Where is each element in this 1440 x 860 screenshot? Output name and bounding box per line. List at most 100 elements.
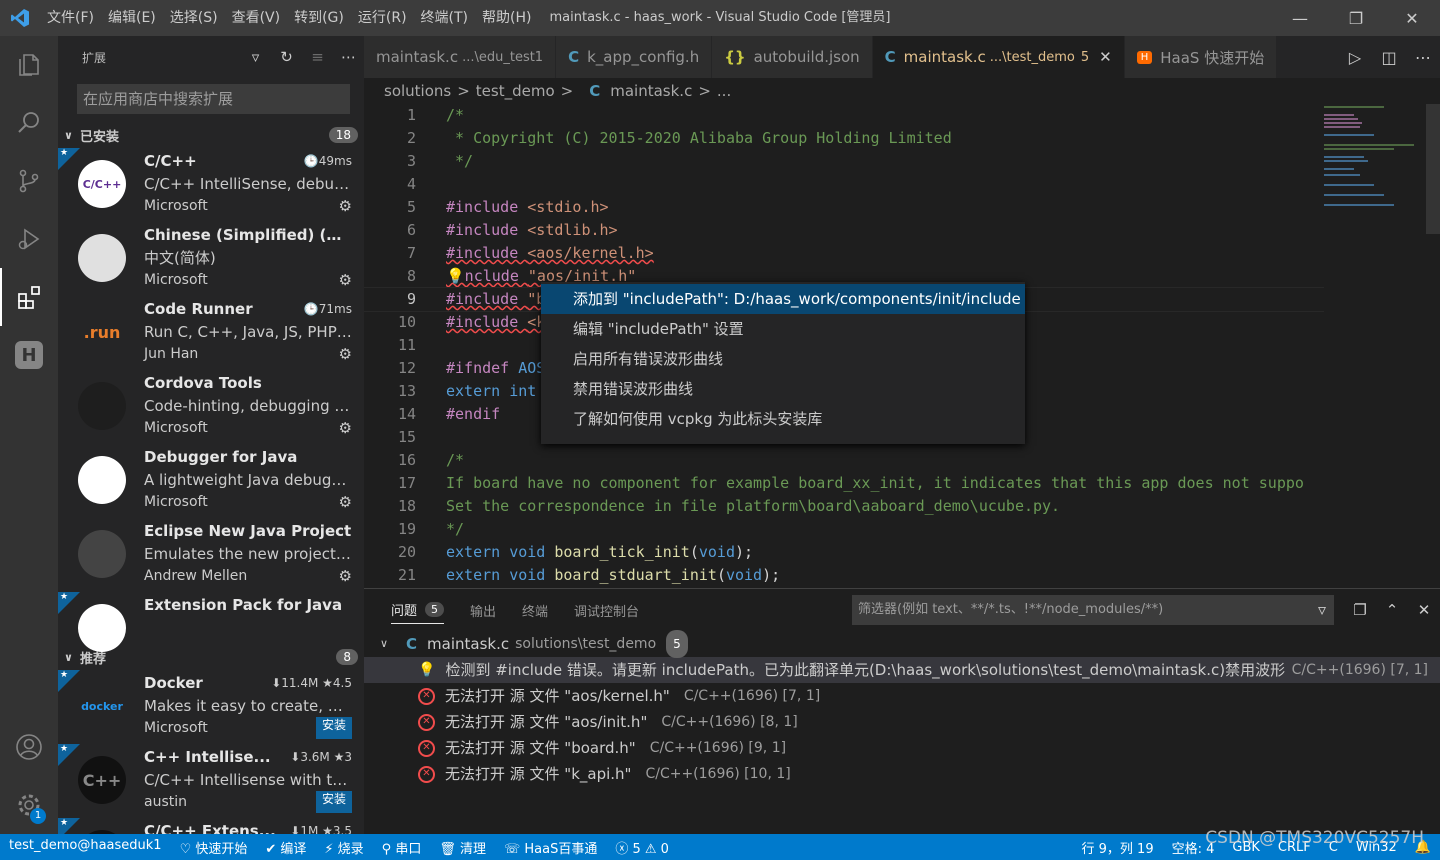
- source-control-icon[interactable]: [0, 152, 58, 210]
- minimap[interactable]: [1322, 104, 1422, 219]
- quick-fix-item[interactable]: 编辑 "includePath" 设置: [541, 314, 1025, 344]
- status-item[interactable]: ⓧ 5 ⚠ 0: [606, 838, 678, 857]
- refresh-icon[interactable]: ↻: [271, 48, 302, 66]
- menu-item[interactable]: 文件(F): [40, 0, 101, 36]
- menu-item[interactable]: 选择(S): [163, 0, 225, 36]
- status-item[interactable]: ✔ 编译: [256, 838, 315, 857]
- status-item[interactable]: C: [1320, 840, 1347, 855]
- extension-item[interactable]: ★ C/C++ Extens... ⬇1M ★3.5: [58, 818, 364, 834]
- settings-gear-icon[interactable]: 1: [0, 776, 58, 834]
- close-window-button[interactable]: ✕: [1384, 0, 1440, 36]
- install-button[interactable]: 安装: [315, 791, 352, 813]
- maximize-panel-icon[interactable]: ⌃: [1376, 595, 1408, 625]
- problem-row[interactable]: ✕ 无法打开 源 文件 "k_api.h" C/C++(1696) [10, 1]: [364, 761, 1440, 787]
- install-button[interactable]: 安装: [315, 717, 352, 739]
- code-token: #include: [446, 221, 528, 239]
- manage-gear-icon[interactable]: ⚙: [339, 195, 352, 217]
- search-icon[interactable]: [0, 94, 58, 152]
- extensions-icon[interactable]: [0, 268, 58, 326]
- extension-item[interactable]: .run Code Runner 🕒71ms Run C, C++, Java, JS…: [58, 296, 364, 370]
- panel-tab[interactable]: 调试控制台: [574, 601, 639, 620]
- problem-row[interactable]: 💡 检测到 #include 错误。请更新 includePath。已为此翻译单元…: [364, 657, 1440, 683]
- problem-row[interactable]: ✕ 无法打开 源 文件 "board.h" C/C++(1696) [9, 1]: [364, 735, 1440, 761]
- manage-gear-icon[interactable]: ⚙: [339, 343, 352, 365]
- editor-tab[interactable]: Cmaintask.c ...\test_demo 5 ✕: [872, 36, 1125, 78]
- restore-button[interactable]: ❐: [1328, 0, 1384, 36]
- status-item[interactable]: ⚲ 串口: [373, 838, 431, 857]
- status-item[interactable]: 空格: 4: [1163, 838, 1224, 857]
- problems-filter-input[interactable]: 筛选器(例如 text、**/*.ts、!**/node_modules/**)…: [852, 595, 1334, 625]
- explorer-icon[interactable]: [0, 36, 58, 94]
- split-editor-icon[interactable]: ◫: [1372, 48, 1406, 67]
- editor-tab[interactable]: Ck_app_config.h: [556, 36, 713, 78]
- manage-gear-icon[interactable]: ⚙: [339, 417, 352, 439]
- status-item[interactable]: Win32: [1347, 840, 1406, 855]
- status-item[interactable]: 🗑 清理: [430, 838, 495, 857]
- status-item[interactable]: 行 9，列 19: [1073, 838, 1163, 857]
- run-debug-icon[interactable]: [0, 210, 58, 268]
- menu-item[interactable]: 转到(G): [287, 0, 351, 36]
- filter-icon[interactable]: ▿: [240, 48, 271, 66]
- extension-publisher: austin: [144, 794, 187, 810]
- manage-gear-icon[interactable]: ⚙: [339, 491, 352, 513]
- account-icon[interactable]: [0, 718, 58, 776]
- more-actions-icon[interactable]: ⋯: [333, 48, 364, 66]
- menu-item[interactable]: 运行(R): [351, 0, 414, 36]
- quick-fix-item[interactable]: 添加到 "includePath": D:/haas_work/componen…: [541, 284, 1025, 314]
- more-actions-icon[interactable]: ⋯: [1406, 48, 1440, 67]
- extension-item[interactable]: Chinese (Simplified) (简... 中文(简体) Microsof…: [58, 222, 364, 296]
- installed-section-header[interactable]: ∨ 已安装 18: [58, 122, 364, 148]
- status-item[interactable]: CRLF: [1269, 840, 1320, 855]
- quick-fix-item[interactable]: 了解如何使用 vcpkg 为此标头安装库: [541, 404, 1025, 434]
- code-token: #include: [446, 198, 528, 216]
- panel-tab[interactable]: 问题 5: [391, 600, 445, 624]
- tab-label: autobuild.json: [753, 48, 860, 66]
- editor-tab[interactable]: H HaaS 快速开始: [1124, 36, 1278, 78]
- menu-item[interactable]: 编辑(E): [101, 0, 163, 36]
- clear-icon[interactable]: ≡: [302, 48, 333, 66]
- extension-item[interactable]: Debugger for Java A lightweight Java debu…: [58, 444, 364, 518]
- status-item[interactable]: test_demo@haaseduk1: [0, 838, 171, 857]
- extension-search-input[interactable]: 在应用商店中搜索扩展: [77, 84, 350, 114]
- breadcrumb-item[interactable]: maintask.c: [610, 82, 692, 100]
- extension-item[interactable]: Cordova Tools Code-hinting, debugging an.…: [58, 370, 364, 444]
- status-item[interactable]: ⚡ 烧录: [315, 838, 372, 857]
- notifications-bell-icon[interactable]: 🔔: [1406, 840, 1440, 855]
- status-item[interactable]: GBK: [1223, 840, 1269, 855]
- menu-item[interactable]: 终端(T): [414, 0, 475, 36]
- run-icon[interactable]: ▷: [1338, 48, 1372, 67]
- haas-icon[interactable]: H: [0, 326, 58, 384]
- panel-tab[interactable]: 终端: [522, 601, 548, 620]
- problem-row[interactable]: ✕ 无法打开 源 文件 "aos/init.h" C/C++(1696) [8, 1…: [364, 709, 1440, 735]
- problems-file-row[interactable]: ∨ C maintask.c solutions\test_demo 5: [364, 630, 1440, 658]
- collapse-all-icon[interactable]: ❐: [1344, 595, 1376, 625]
- extension-item[interactable]: ★ Extension Pack for Java: [58, 592, 364, 666]
- line-number: 13: [397, 382, 416, 400]
- menu-item[interactable]: 帮助(H): [475, 0, 538, 36]
- status-item[interactable]: ☏ HaaS百事通: [495, 838, 606, 857]
- breadcrumb-item[interactable]: solutions: [384, 82, 451, 100]
- breadcrumb-item[interactable]: ...: [717, 82, 731, 100]
- minimize-button[interactable]: —: [1272, 0, 1328, 36]
- editor-tab[interactable]: {} autobuild.json: [712, 36, 873, 78]
- manage-gear-icon[interactable]: ⚙: [339, 565, 352, 587]
- extension-item[interactable]: Eclipse New Java Project Emulates the new…: [58, 518, 364, 592]
- extension-item[interactable]: ★ docker Docker ⬇11.4M ★4.5 Makes it easy to…: [58, 670, 364, 744]
- editor-tab[interactable]: maintask.c ...\edu_test1: [364, 36, 557, 78]
- c-file-icon[interactable]: C: [589, 82, 600, 100]
- status-item[interactable]: ♡ 快速开始: [171, 838, 257, 857]
- quick-fix-item[interactable]: 禁用错误波形曲线: [541, 374, 1025, 404]
- panel-tab[interactable]: 输出: [470, 601, 496, 620]
- quick-fix-item[interactable]: 启用所有错误波形曲线: [541, 344, 1025, 374]
- problem-row[interactable]: ✕ 无法打开 源 文件 "aos/kernel.h" C/C++(1696) [7,…: [364, 683, 1440, 709]
- extension-icon-label: C/C++: [82, 177, 122, 191]
- editor-scrollbar[interactable]: [1426, 104, 1440, 234]
- extension-item[interactable]: ★ C++ C++ Intellise... ⬇3.6M ★3 C/C++ Intell…: [58, 744, 364, 818]
- close-panel-icon[interactable]: ✕: [1408, 595, 1440, 625]
- breadcrumb-item[interactable]: test_demo: [476, 82, 555, 100]
- close-tab-icon[interactable]: ✕: [1099, 48, 1112, 66]
- manage-gear-icon[interactable]: ⚙: [339, 269, 352, 291]
- extension-item[interactable]: ★ C/C++ C/C++ 🕒49ms C/C++ IntelliSense, debu…: [58, 148, 364, 222]
- filter-icon[interactable]: ▿: [1318, 595, 1326, 625]
- menu-item[interactable]: 查看(V): [225, 0, 288, 36]
